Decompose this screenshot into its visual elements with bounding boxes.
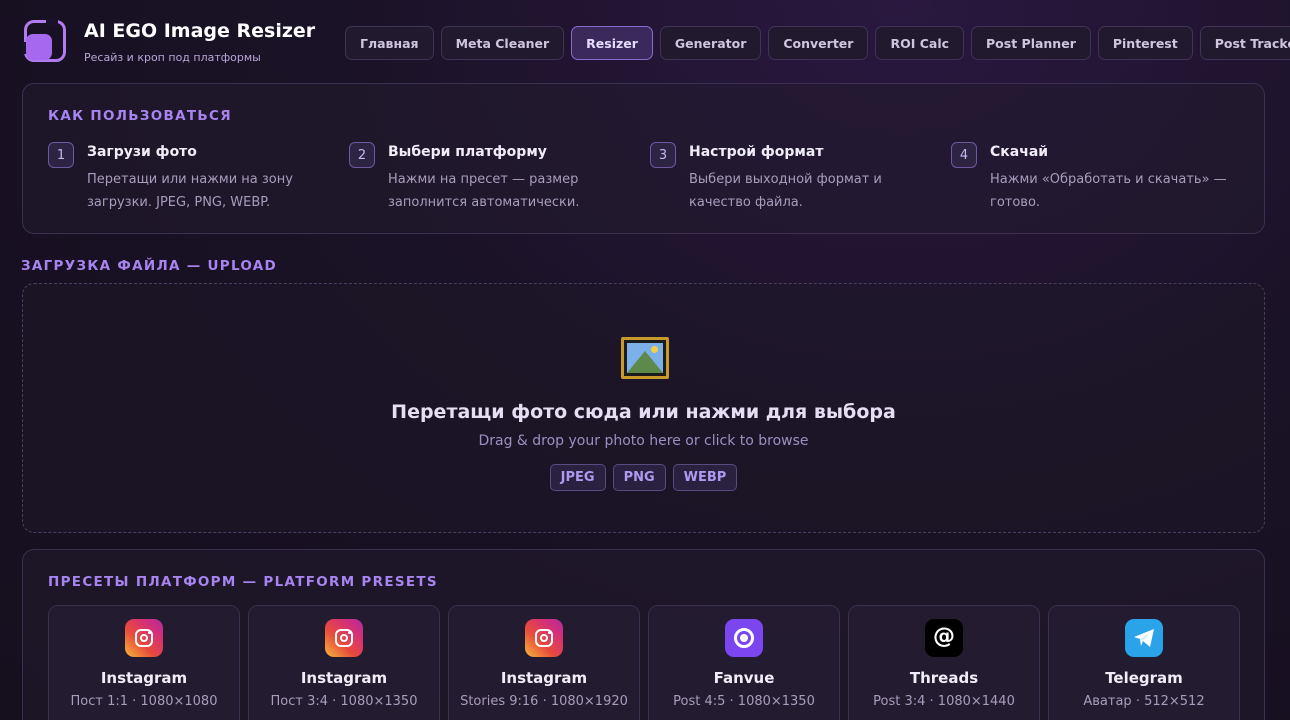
- app-title: AI EGO Image Resizer: [84, 20, 316, 42]
- format-badges: JPEG PNG WEBP: [23, 464, 1264, 491]
- preset-instagram-1x1[interactable]: Instagram Пост 1:1 · 1080×1080: [48, 605, 240, 720]
- app-subtitle: Ресайз и кроп под платформы: [84, 51, 261, 64]
- nav-resizer[interactable]: Resizer: [571, 26, 653, 60]
- preset-instagram-stories[interactable]: Instagram Stories 9:16 · 1080×1920: [448, 605, 640, 720]
- preset-size: Stories 9:16 · 1080×1920: [460, 694, 628, 709]
- threads-icon: @: [925, 619, 963, 657]
- step-number: 4: [951, 142, 977, 168]
- app-header: AI EGO Image Resizer Ресайз и кроп под п…: [22, 18, 1290, 68]
- nav-pinterest[interactable]: Pinterest: [1097, 26, 1193, 60]
- preset-fanvue[interactable]: Fanvue Post 4:5 · 1080×1350: [648, 605, 840, 720]
- step-description: Выбери выходной формат и качество файла.: [689, 172, 882, 210]
- preset-name: Threads: [909, 669, 979, 687]
- preset-size: Post 3:4 · 1080×1440: [873, 694, 1015, 709]
- nav-roi-calc[interactable]: ROI Calc: [875, 26, 965, 60]
- app-logo-icon: [22, 18, 68, 64]
- instagram-icon: [125, 619, 163, 657]
- preset-size: Post 4:5 · 1080×1350: [673, 694, 815, 709]
- preset-telegram[interactable]: Telegram Аватар · 512×512: [1048, 605, 1240, 720]
- nav-post-tracker[interactable]: Post Tracker: [1199, 26, 1290, 60]
- step-number: 1: [48, 142, 74, 168]
- nav-post-planner[interactable]: Post Planner: [971, 26, 1091, 60]
- step-description: Нажми на пресет — размер заполнится авто…: [388, 172, 580, 210]
- fanvue-icon: [725, 619, 763, 657]
- framed-picture-icon: [621, 337, 669, 379]
- step-description: Перетащи или нажми на зону загрузки. JPE…: [87, 172, 293, 210]
- nav-converter[interactable]: Converter: [768, 26, 869, 60]
- preset-name: Instagram: [500, 669, 588, 687]
- how-to-card: КАК ПОЛЬЗОВАТЬСЯ 1 Загрузи фото Перетащи…: [22, 83, 1265, 234]
- upload-dropzone[interactable]: Перетащи фото сюда или нажми для выбора …: [22, 283, 1265, 533]
- nav-home[interactable]: Главная: [345, 26, 434, 60]
- nav-generator[interactable]: Generator: [659, 26, 762, 60]
- format-badge-png: PNG: [612, 464, 666, 491]
- step-description: Нажми «Обработать и скачать» — готово.: [990, 172, 1227, 210]
- step-title: Загрузи фото: [87, 144, 197, 160]
- presets-title: ПРЕСЕТЫ ПЛАТФОРМ — PLATFORM PRESETS: [48, 574, 438, 590]
- step-number: 2: [349, 142, 375, 168]
- preset-name: Instagram: [300, 669, 388, 687]
- step-number: 3: [650, 142, 676, 168]
- dropzone-title: Перетащи фото сюда или нажми для выбора: [391, 401, 896, 423]
- dropzone-subtitle: Drag & drop your photo here or click to …: [478, 433, 809, 449]
- preset-name: Telegram: [1105, 669, 1183, 687]
- step-title: Скачай: [990, 144, 1049, 160]
- format-badge-webp: WEBP: [672, 464, 738, 491]
- top-nav: Главная Meta Cleaner Resizer Generator C…: [345, 26, 1290, 60]
- preset-size: Пост 3:4 · 1080×1350: [270, 694, 418, 709]
- telegram-icon: [1125, 619, 1163, 657]
- instagram-icon: [525, 619, 563, 657]
- preset-name: Instagram: [100, 669, 188, 687]
- how-to-title: КАК ПОЛЬЗОВАТЬСЯ: [48, 108, 232, 124]
- preset-instagram-3x4[interactable]: Instagram Пост 3:4 · 1080×1350: [248, 605, 440, 720]
- preset-size: Аватар · 512×512: [1083, 694, 1205, 709]
- step-title: Выбери платформу: [388, 144, 547, 160]
- nav-meta-cleaner[interactable]: Meta Cleaner: [440, 26, 565, 60]
- upload-section-title: ЗАГРУЗКА ФАЙЛА — UPLOAD: [21, 258, 278, 274]
- instagram-icon: [325, 619, 363, 657]
- step-title: Настрой формат: [689, 144, 824, 160]
- preset-name: Fanvue: [713, 669, 775, 687]
- presets-card: ПРЕСЕТЫ ПЛАТФОРМ — PLATFORM PRESETS Inst…: [22, 549, 1265, 720]
- format-badge-jpeg: JPEG: [549, 464, 606, 491]
- preset-threads[interactable]: @ Threads Post 3:4 · 1080×1440: [848, 605, 1040, 720]
- preset-size: Пост 1:1 · 1080×1080: [70, 694, 218, 709]
